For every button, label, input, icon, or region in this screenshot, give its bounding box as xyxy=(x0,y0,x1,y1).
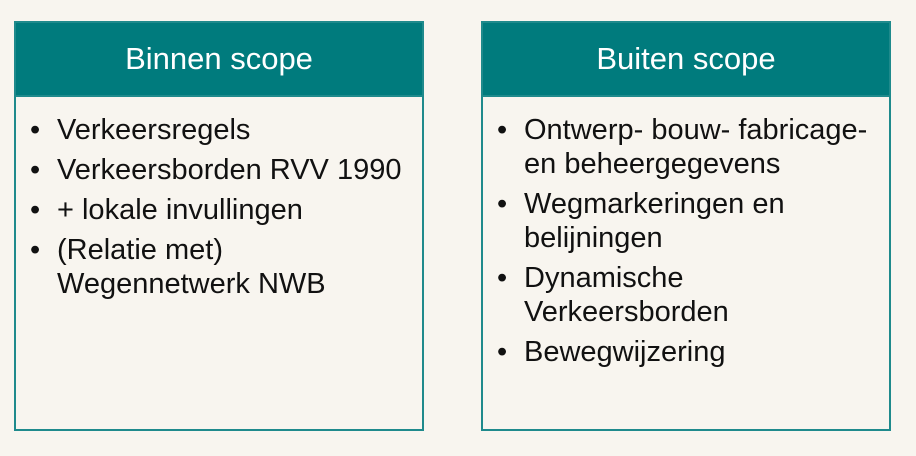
list-item-text: Verkeersborden RVV 1990 xyxy=(57,154,402,186)
bullet-icon: • xyxy=(30,154,41,186)
bullet-icon: • xyxy=(497,262,508,294)
list-item-text: Verkeersregels xyxy=(57,114,251,146)
list-item: • Dynamische Verkeersborden xyxy=(497,261,877,329)
in-scope-header: Binnen scope xyxy=(16,23,422,97)
in-scope-list: • Verkeersregels • Verkeersborden RVV 1990… xyxy=(16,97,422,301)
bullet-icon: • xyxy=(30,194,41,226)
out-of-scope-panel: Buiten scope • Ontwerp- bouw- fabricage- … xyxy=(481,21,891,431)
list-item: • Bewegwijzering xyxy=(497,335,877,369)
out-of-scope-list: • Ontwerp- bouw- fabricage- en beheergege… xyxy=(483,97,889,369)
in-scope-panel: Binnen scope • Verkeersregels • Verkeersbo… xyxy=(14,21,424,431)
bullet-icon: • xyxy=(30,114,41,146)
bullet-icon: • xyxy=(497,188,508,220)
out-of-scope-header: Buiten scope xyxy=(483,23,889,97)
list-item: • + lokale invullingen xyxy=(30,193,410,227)
list-item-text: Bewegwijzering xyxy=(524,336,726,368)
list-item: • Verkeersborden RVV 1990 xyxy=(30,153,410,187)
bullet-icon: • xyxy=(30,234,41,266)
bullet-icon: • xyxy=(497,114,508,146)
list-item-text: + lokale invullingen xyxy=(57,194,303,226)
list-item-text: (Relatie met) Wegennetwerk NWB xyxy=(57,234,326,300)
bullet-icon: • xyxy=(497,336,508,368)
list-item: • Wegmarkeringen en belijningen xyxy=(497,187,877,255)
list-item-text: Wegmarkeringen en belijningen xyxy=(524,188,785,254)
list-item: • (Relatie met) Wegennetwerk NWB xyxy=(30,233,410,301)
list-item: • Ontwerp- bouw- fabricage- en beheergege… xyxy=(497,113,877,181)
list-item-text: Dynamische Verkeersborden xyxy=(524,262,729,328)
list-item-text: Ontwerp- bouw- fabricage- en beheergegev… xyxy=(524,114,868,180)
list-item: • Verkeersregels xyxy=(30,113,410,147)
